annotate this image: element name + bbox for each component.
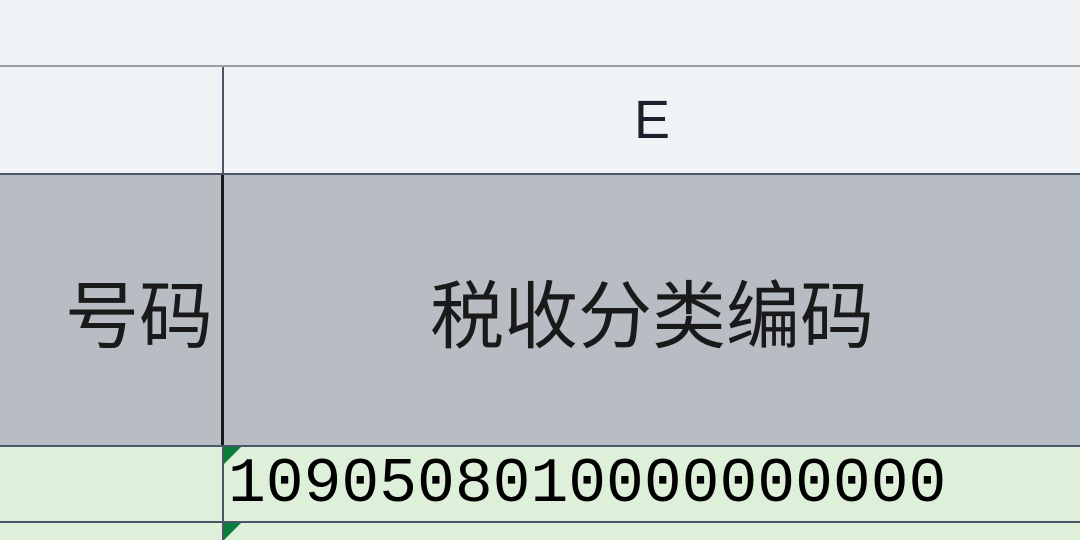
error-indicator-icon[interactable] [224,447,241,464]
cell-d1[interactable]: 号码 [0,175,224,445]
error-indicator-icon[interactable] [224,523,241,540]
cell-d3[interactable] [0,523,224,540]
header-row: 号码 税收分类编码 [0,175,1080,447]
cell-e1-text: 税收分类编码 [430,257,874,364]
cell-e1[interactable]: 税收分类编码 [224,175,1080,445]
spreadsheet-view: E 号码 税收分类编码 1090508010000000000 [0,0,1080,540]
cell-e2[interactable]: 1090508010000000000 [224,447,1080,521]
column-header-d[interactable] [0,67,224,173]
cell-e2-text: 1090508010000000000 [228,449,946,520]
cell-d2[interactable] [0,447,224,521]
data-row-3 [0,523,1080,540]
cell-d1-text: 号码 [65,257,213,364]
column-header-row: E [0,67,1080,175]
top-bar [0,0,1080,67]
data-row-2: 1090508010000000000 [0,447,1080,523]
cell-e3[interactable] [224,523,1080,540]
column-header-e[interactable]: E [224,67,1080,173]
